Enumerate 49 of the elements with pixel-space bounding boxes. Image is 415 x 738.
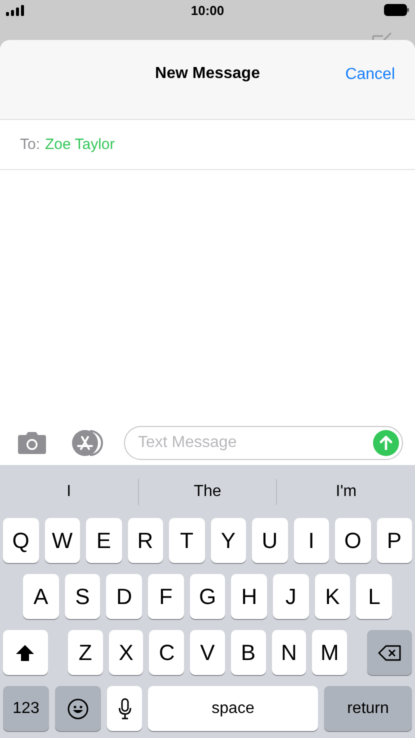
key[interactable]: L xyxy=(356,574,392,619)
camera-icon[interactable] xyxy=(16,431,48,455)
sheet-title: New Message xyxy=(155,64,260,82)
key[interactable]: X xyxy=(108,630,144,675)
key[interactable]: T xyxy=(169,518,204,563)
app-store-icon[interactable] xyxy=(70,429,106,457)
key[interactable]: Y xyxy=(210,518,246,563)
key[interactable]: E xyxy=(86,518,122,563)
key[interactable]: W xyxy=(44,518,80,563)
suggestion[interactable]: The xyxy=(138,482,276,500)
status-time: 10:00 xyxy=(190,2,224,18)
key[interactable]: G xyxy=(190,574,226,619)
return-key[interactable]: return xyxy=(324,686,412,731)
key[interactable]: Z xyxy=(68,630,103,675)
key[interactable]: Q xyxy=(3,518,38,563)
key[interactable]: C xyxy=(149,630,184,675)
key[interactable]: S xyxy=(64,574,100,619)
shift-arrow-icon xyxy=(15,644,36,662)
microphone-icon xyxy=(118,698,132,720)
key[interactable]: M xyxy=(312,630,348,675)
suggestion[interactable]: I xyxy=(0,482,138,500)
key[interactable]: K xyxy=(314,574,350,619)
key[interactable]: H xyxy=(231,574,268,619)
cancel-button[interactable]: Cancel xyxy=(345,64,395,86)
key[interactable]: B xyxy=(230,630,266,675)
battery-icon xyxy=(384,4,409,16)
space-key[interactable]: space xyxy=(148,686,318,731)
smiley-icon xyxy=(67,698,89,720)
key[interactable]: J xyxy=(273,574,309,619)
numbers-key[interactable]: 123 xyxy=(3,686,49,731)
shift-key[interactable] xyxy=(2,630,48,675)
key[interactable]: V xyxy=(190,630,225,675)
suggestion[interactable]: I'm xyxy=(277,482,415,500)
backspace-icon xyxy=(378,644,402,662)
key[interactable]: D xyxy=(106,574,142,619)
key[interactable]: U xyxy=(252,518,288,563)
key[interactable]: O xyxy=(335,518,370,563)
key[interactable]: P xyxy=(376,518,412,563)
key[interactable]: A xyxy=(22,574,59,619)
key[interactable]: I xyxy=(294,518,329,563)
delete-key[interactable] xyxy=(367,630,412,675)
message-field[interactable]: Text Message xyxy=(124,426,403,460)
emoji-key[interactable] xyxy=(55,686,101,731)
signal-icon xyxy=(6,4,26,16)
to-label: To: xyxy=(20,136,40,153)
key[interactable]: N xyxy=(272,630,306,675)
dictation-key[interactable] xyxy=(107,686,142,731)
key[interactable]: F xyxy=(148,574,184,619)
key[interactable]: R xyxy=(128,518,163,563)
